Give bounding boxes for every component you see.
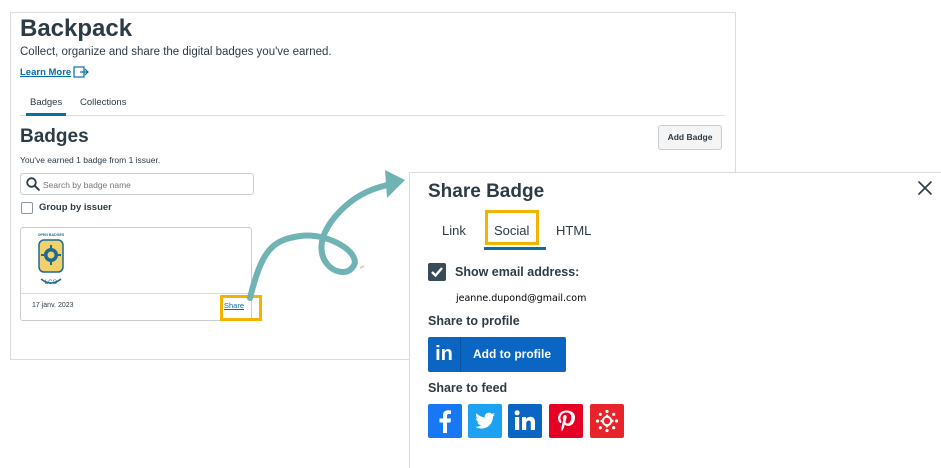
share-to-profile-heading: Share to profile bbox=[428, 314, 520, 328]
add-to-profile-label: Add to profile bbox=[473, 347, 551, 361]
linkedin-icon: in bbox=[428, 337, 461, 372]
active-tab-indicator bbox=[484, 247, 546, 250]
badge-image-label: OPEN BADGES bbox=[38, 233, 65, 237]
show-email-label: Show email address: bbox=[455, 265, 580, 279]
learn-more-link[interactable]: Learn More bbox=[20, 67, 71, 78]
share-badge-modal: Share Badge Link Social HTML Show email … bbox=[409, 172, 941, 468]
tab-collections[interactable]: Collections bbox=[76, 97, 130, 116]
modal-title: Share Badge bbox=[428, 181, 545, 202]
twitter-icon[interactable] bbox=[468, 404, 502, 438]
badge-date: 17 janv. 2023 bbox=[32, 302, 74, 309]
show-email-checkbox[interactable] bbox=[428, 263, 446, 281]
facebook-icon[interactable] bbox=[428, 404, 462, 438]
badge-card-divider bbox=[21, 293, 251, 294]
social-tab-highlight-box bbox=[485, 210, 539, 245]
email-address: jeanne.dupond@gmail.com bbox=[456, 293, 587, 304]
pinterest-icon[interactable] bbox=[549, 404, 583, 438]
group-by-issuer-checkbox[interactable] bbox=[21, 202, 33, 214]
search-input[interactable] bbox=[43, 177, 248, 192]
badge-card: OPEN BADGES LCO 17 janv. 2023 Share bbox=[20, 227, 262, 321]
add-to-profile-button[interactable]: in Add to profile bbox=[428, 337, 566, 372]
share-highlight-box bbox=[220, 295, 262, 321]
backpack-tabs: Badges Collections bbox=[20, 97, 725, 116]
tab-html[interactable]: HTML bbox=[556, 223, 591, 238]
linkedin-share-icon[interactable] bbox=[508, 404, 542, 438]
group-by-issuer-label: Group by issuer bbox=[39, 202, 112, 213]
search-icon bbox=[26, 177, 40, 191]
share-to-feed-heading: Share to feed bbox=[428, 381, 508, 395]
svg-text:LCO: LCO bbox=[45, 280, 58, 286]
page-title: Backpack bbox=[20, 15, 133, 42]
page-subtitle: Collect, organize and share the digital … bbox=[20, 46, 332, 58]
external-link-icon[interactable] bbox=[73, 65, 89, 78]
search-box[interactable] bbox=[20, 173, 254, 195]
badges-section-title: Badges bbox=[20, 126, 89, 147]
tab-badges[interactable]: Badges bbox=[26, 97, 67, 116]
earned-summary: You've earned 1 badge from 1 issuer. bbox=[20, 155, 161, 165]
tab-link[interactable]: Link bbox=[442, 223, 466, 238]
close-icon[interactable] bbox=[917, 180, 933, 196]
add-badge-button[interactable]: Add Badge bbox=[658, 125, 722, 150]
badge-image[interactable]: OPEN BADGES LCO bbox=[31, 231, 71, 289]
checkmark-icon bbox=[431, 267, 443, 278]
canvas-icon[interactable] bbox=[590, 404, 624, 438]
